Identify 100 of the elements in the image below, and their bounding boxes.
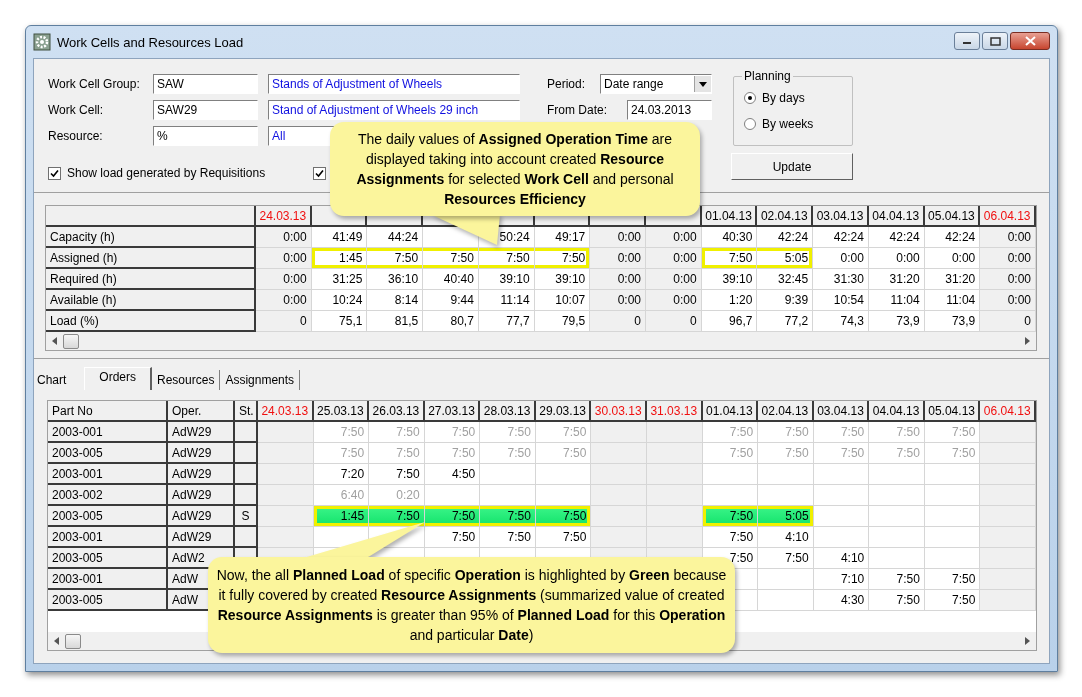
table-cell: 11:04	[868, 290, 925, 311]
table-cell: 2003-001	[48, 464, 168, 485]
table-cell: 2003-005	[48, 506, 168, 527]
column-header: Oper.	[168, 401, 235, 422]
period-label: Period:	[547, 77, 587, 91]
table-cell: 42:24	[813, 227, 869, 248]
table-cell: 7:20	[313, 464, 370, 485]
table-cell: 31:25	[311, 269, 368, 290]
table-cell: 10:54	[813, 290, 869, 311]
from-date-label: From Date:	[547, 103, 608, 117]
table-cell: 0:00	[646, 290, 702, 311]
table-cell: 0:00	[980, 248, 1036, 269]
date-header: 06.04.13	[980, 401, 1036, 422]
date-header: 04.04.13	[868, 206, 925, 227]
date-header: 05.04.13	[924, 401, 981, 422]
table-cell: 10:24	[311, 290, 368, 311]
date-header: 24.03.13	[258, 401, 314, 422]
table-cell: 0:00	[646, 248, 702, 269]
table-cell: 39:10	[701, 269, 758, 290]
date-header: 06.04.13	[980, 206, 1036, 227]
date-header: 01.04.13	[701, 206, 758, 227]
table-cell: 1:45	[311, 248, 368, 269]
table-cell: 0:00	[590, 248, 646, 269]
table-cell: 0:00	[256, 269, 312, 290]
table-cell: 7:50	[535, 506, 592, 527]
date-header: 29.03.13	[535, 401, 592, 422]
table-cell: 7:50	[424, 422, 481, 443]
row-label: Assigned (h)	[46, 248, 256, 269]
date-header: 31.03.13	[647, 401, 703, 422]
row-label: Available (h)	[46, 290, 256, 311]
table-cell: 7:50	[369, 443, 425, 464]
table-cell: 1:20	[701, 290, 758, 311]
field-label: Work Cell Group:	[48, 77, 141, 91]
table-cell: 7:50	[313, 443, 370, 464]
row-label: Capacity (h)	[46, 227, 256, 248]
date-header: 02.04.13	[758, 401, 814, 422]
window-title: Work Cells and Resources Load	[57, 34, 244, 50]
field-label: Resource:	[48, 129, 104, 143]
table-cell: 0:00	[980, 290, 1036, 311]
table-cell: 2003-001	[48, 569, 168, 590]
table-cell: 7:50	[701, 248, 758, 269]
table-cell: 7:50	[702, 527, 759, 548]
table-cell: 7:50	[424, 506, 481, 527]
table-cell: 7:50	[313, 422, 370, 443]
table-cell: 2003-005	[48, 443, 168, 464]
table-cell: 7:50	[534, 248, 591, 269]
table-cell: 7:50	[869, 569, 925, 590]
table-cell: 7:50	[758, 443, 814, 464]
table-cell: 5:05	[757, 248, 814, 269]
table-cell: 0	[256, 311, 312, 332]
table-cell: 31:30	[813, 269, 869, 290]
table-cell: 7:50	[424, 527, 481, 548]
table-cell: 36:10	[367, 269, 424, 290]
table-cell: 7:50	[480, 443, 536, 464]
table-cell: 7:50	[480, 422, 536, 443]
table-cell: 0:00	[813, 248, 869, 269]
date-header: 03.04.13	[813, 401, 870, 422]
table-cell: 0	[646, 311, 702, 332]
table-cell: 7:50	[369, 422, 425, 443]
date-header: 28.03.13	[480, 401, 536, 422]
table-cell: 44:24	[367, 227, 424, 248]
table-cell: 0	[590, 311, 646, 332]
checkbox-label: Show load generated by Requisitions	[67, 166, 266, 180]
table-cell: 7:50	[702, 443, 759, 464]
table-cell: 42:24	[868, 227, 925, 248]
table-cell: 0:00	[980, 227, 1036, 248]
table-cell: 0:00	[590, 290, 646, 311]
row-label: Load (%)	[46, 311, 256, 332]
group-title: Planning	[742, 69, 793, 83]
table-cell: 7:50	[758, 548, 814, 569]
table-cell: 0:00	[646, 227, 702, 248]
table-cell: 8:14	[367, 290, 424, 311]
table-cell: 7:50	[367, 248, 424, 269]
table-cell: AdW29	[168, 485, 235, 506]
table-cell: 0:00	[256, 290, 312, 311]
date-header: 04.04.13	[869, 401, 925, 422]
table-cell: 5:05	[758, 506, 814, 527]
table-cell: 4:10	[813, 548, 870, 569]
date-header: 30.03.13	[591, 401, 647, 422]
table-cell: 7:50	[702, 422, 759, 443]
date-header: 01.04.13	[702, 401, 759, 422]
table-cell: 40:40	[423, 269, 479, 290]
radio-label: By weeks	[762, 117, 814, 131]
table-cell: 7:50	[869, 422, 925, 443]
table-cell: 42:24	[757, 227, 814, 248]
table-cell: 9:44	[423, 290, 479, 311]
table-cell: S	[235, 506, 258, 527]
table-cell: 7:50	[480, 527, 536, 548]
table-cell: 2003-001	[48, 527, 168, 548]
table-cell: AdW29	[168, 464, 235, 485]
table-cell: 1:45	[313, 506, 370, 527]
table-cell: 7:50	[813, 422, 870, 443]
table-cell: 2003-005	[48, 590, 168, 611]
table-cell: 7:50	[813, 443, 870, 464]
table-cell: AdW29	[168, 527, 235, 548]
table-cell: 32:45	[757, 269, 814, 290]
table-cell: 7:50	[423, 248, 479, 269]
table-cell: AdW29	[168, 506, 235, 527]
table-cell: 0:00	[590, 269, 646, 290]
radio-label: By days	[762, 91, 805, 105]
